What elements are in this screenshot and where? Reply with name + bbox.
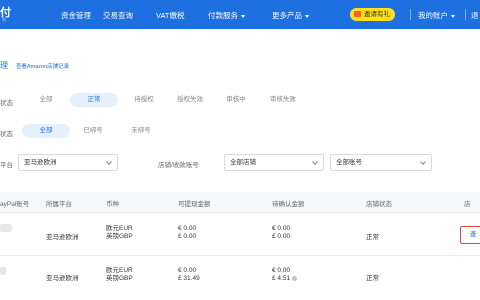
table-header (0, 192, 480, 212)
column-actions: 店 (464, 201, 471, 208)
nav-more-products-label: 更多产品 (272, 11, 302, 20)
status-option-review-failed[interactable]: 审核失败 (260, 93, 306, 107)
status-option-pending-auth[interactable]: 待授权 (126, 93, 162, 107)
status-option-normal[interactable]: 正常 (70, 93, 118, 107)
chevron-down-icon (451, 14, 455, 18)
row-platform: 亚马逊欧洲 (46, 234, 79, 241)
pending-eur: € 0.00 (272, 225, 291, 232)
column-pending: 待确认金额 (272, 201, 305, 208)
row-status: 正常 (366, 275, 379, 282)
page-title: 理 (0, 61, 8, 70)
nav-transaction-query[interactable]: 交易查询 (103, 10, 133, 21)
currency-eur: 欧元EUR (106, 225, 133, 232)
column-currency: 币种 (106, 201, 119, 208)
masked-account (0, 224, 12, 232)
row-withdrawable: € 0.00 £ 31.49 (178, 267, 200, 283)
account-select[interactable]: 全部账号 (330, 154, 432, 171)
amazon-records-link[interactable]: 查看Amazon店铺记录 (16, 62, 69, 70)
withdrawable-gbp: £ 0.00 (178, 233, 197, 240)
chevron-down-icon (106, 159, 112, 165)
status-filter-label: 状态 (0, 100, 13, 107)
nav-fund-management[interactable]: 资金管理 (61, 10, 91, 21)
nav-more-products[interactable]: 更多产品 (272, 10, 309, 21)
store-select-value: 全部店铺 (230, 159, 256, 166)
nav-my-account-label: 我的账户 (418, 11, 448, 20)
column-withdrawable: 可提现金额 (178, 201, 211, 208)
withdrawable-eur: € 0.00 (178, 267, 197, 274)
masked-account (0, 267, 6, 275)
logo-subtitle: 台 (2, 17, 6, 22)
currency-gbp: 英镑GBP (106, 275, 133, 282)
row-platform: 亚马逊欧洲 (46, 275, 79, 282)
nav-payment-services-label: 付款服务 (208, 11, 238, 20)
store-select[interactable]: 全部店铺 (224, 154, 324, 171)
chevron-down-icon (420, 159, 426, 165)
bind-option-all[interactable]: 全部 (22, 124, 70, 138)
gift-icon (354, 11, 361, 17)
store-filter-label: 店铺/收款账号 (158, 162, 199, 169)
bind-filter-label: 状态 (0, 131, 13, 138)
bind-option-bound[interactable]: 已绑号 (78, 124, 108, 138)
row-currency: 欧元EUR 英镑GBP (106, 225, 133, 241)
currency-eur: 欧元EUR (106, 267, 133, 274)
row-pending: € 0.00 £ 4.51 (272, 267, 298, 283)
row-status: 正常 (366, 234, 379, 241)
column-platform: 所属平台 (46, 201, 72, 208)
view-button[interactable]: 查 (460, 226, 480, 244)
nav-my-account[interactable]: 我的账户 (418, 10, 455, 21)
row-divider (0, 212, 480, 213)
nav-vat-tax[interactable]: VAT缴税 (156, 10, 184, 21)
row-divider (0, 255, 480, 256)
withdrawable-gbp: £ 31.49 (178, 275, 200, 282)
column-store-status: 店铺状态 (366, 201, 392, 208)
nav-divider (465, 9, 466, 20)
help-icon[interactable] (292, 276, 298, 281)
nav-payment-services[interactable]: 付款服务 (208, 10, 245, 21)
pending-gbp: £ 4.51 (272, 275, 291, 282)
row-withdrawable: € 0.00 £ 0.00 (178, 225, 196, 241)
nav-logout[interactable]: 退 (471, 10, 479, 21)
status-option-all[interactable]: 全部 (30, 93, 62, 107)
currency-gbp: 英镑GBP (106, 233, 133, 240)
pending-gbp: £ 0.00 (272, 233, 291, 240)
pending-eur: € 0.00 (272, 267, 291, 274)
invite-label: 邀请有礼 (364, 11, 390, 18)
status-option-auth-expired[interactable]: 授权失效 (170, 93, 210, 107)
column-paypal-account: ayPal账号 (0, 201, 30, 208)
platform-select-value: 亚马逊欧洲 (24, 159, 57, 166)
invite-button[interactable]: 邀请有礼 (350, 8, 395, 21)
status-option-reviewing[interactable]: 审核中 (218, 93, 254, 107)
chevron-down-icon (312, 159, 318, 165)
withdrawable-eur: € 0.00 (178, 225, 197, 232)
account-select-value: 全部账号 (336, 159, 362, 166)
row-currency: 欧元EUR 英镑GBP (106, 267, 133, 283)
platform-filter-label: 平台 (0, 162, 13, 169)
platform-select[interactable]: 亚马逊欧洲 (18, 154, 118, 171)
chevron-down-icon (241, 14, 245, 18)
chevron-down-icon (305, 14, 309, 18)
top-nav: 付 台 资金管理 交易查询 VAT缴税 付款服务 更多产品 邀请有礼 我的账户 … (0, 0, 480, 29)
bind-option-unbound[interactable]: 未绑号 (126, 124, 156, 138)
nav-divider (410, 9, 411, 20)
row-pending: € 0.00 £ 0.00 (272, 225, 290, 241)
